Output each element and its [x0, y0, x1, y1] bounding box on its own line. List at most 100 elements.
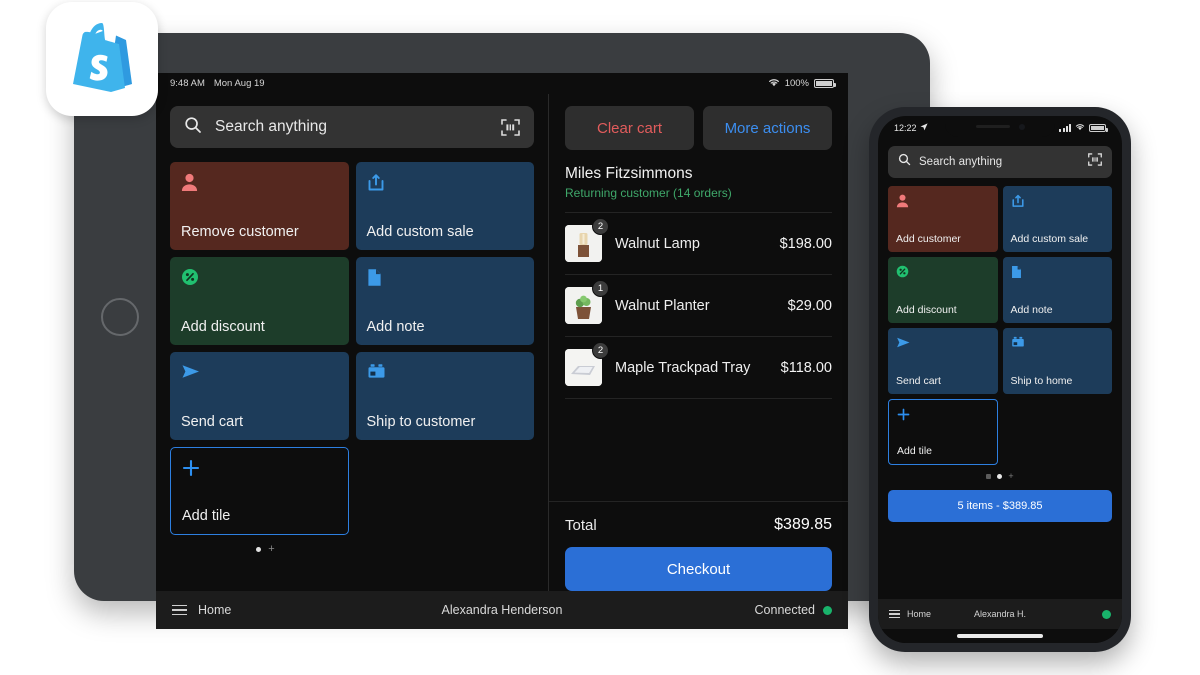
cart-item-row[interactable]: 2 Maple Trackpad Tray $118.00	[565, 336, 832, 399]
tile-label: Add note	[366, 319, 425, 335]
home-nav-button[interactable]: Home	[172, 603, 231, 617]
home-label: Home	[198, 603, 232, 617]
total-label: Total	[565, 516, 597, 534]
search-placeholder: Search anything	[215, 118, 328, 135]
barcode-scan-icon[interactable]	[1088, 153, 1102, 171]
tablet-body: Search anything Remove customer Add cust…	[156, 94, 848, 591]
tablet-status-bar: 9:48 AM Mon Aug 19 100%	[156, 73, 848, 94]
cart-customer[interactable]: Miles Fitzsimmons Returning customer (14…	[549, 150, 848, 200]
status-time: 9:48 AM	[170, 78, 205, 89]
grid-page-indicator[interactable]: +	[888, 472, 1112, 481]
tile-label: Send cart	[181, 414, 244, 430]
promo-scene: 9:48 AM Mon Aug 19 100% Search anything …	[0, 0, 1200, 675]
tile-add-note[interactable]: Add note	[355, 257, 534, 345]
barcode-scan-icon[interactable]	[501, 118, 520, 136]
customer-icon	[181, 173, 338, 193]
tile-remove-customer[interactable]: Remove customer	[170, 162, 349, 250]
clear-cart-button[interactable]: Clear cart	[565, 106, 694, 150]
tile-add-discount[interactable]: Add discount	[170, 257, 349, 345]
add-tile-label: Add tile	[182, 508, 231, 524]
item-price: $29.00	[787, 297, 832, 314]
cart-item-row[interactable]: 2 Walnut Lamp $198.00	[565, 212, 832, 274]
add-tile-button[interactable]: Add tile	[888, 399, 998, 465]
search-icon	[898, 153, 911, 171]
staff-name: Alexandra Henderson	[441, 603, 563, 617]
add-page-icon[interactable]: +	[268, 544, 274, 555]
page-dot-active	[256, 547, 262, 552]
cart-summary-button[interactable]: 5 items - $389.85	[888, 490, 1112, 522]
tile-label: Add custom sale	[1010, 233, 1089, 245]
customer-icon	[896, 194, 990, 209]
earpiece-speaker	[975, 124, 1010, 129]
grid-page-indicator[interactable]: +	[170, 544, 359, 555]
home-indicator[interactable]	[878, 629, 1122, 643]
item-quantity-badge: 2	[592, 218, 609, 235]
add-tile-label: Add tile	[897, 445, 933, 457]
phone-screen: 12:22 Search anything Add customer Add c…	[878, 116, 1122, 643]
discount-icon	[896, 265, 990, 280]
tile-ship-to-home[interactable]: Ship to home	[1002, 328, 1112, 394]
walnut-lamp-thumbnail: 2	[565, 218, 609, 262]
battery-percent: 100%	[784, 78, 809, 89]
battery-full-icon	[814, 79, 836, 88]
item-name: Maple Trackpad Tray	[615, 359, 751, 376]
add-tile-button[interactable]: Add tile	[170, 447, 349, 535]
delivery-truck-icon	[367, 363, 524, 383]
note-icon	[1011, 265, 1105, 280]
discount-icon	[181, 268, 338, 288]
item-name: Walnut Lamp	[615, 235, 700, 252]
custom-sale-icon	[367, 173, 524, 193]
connection-status[interactable]: Connected	[755, 603, 832, 617]
item-quantity-badge: 1	[592, 280, 609, 297]
battery-full-icon	[1089, 124, 1108, 132]
item-price: $198.00	[779, 235, 832, 252]
tile-label: Add note	[1010, 304, 1053, 316]
location-arrow-icon	[920, 123, 928, 133]
tile-add-discount[interactable]: Add discount	[888, 257, 998, 323]
search-input[interactable]: Search anything	[170, 106, 534, 148]
status-indicator-dot	[1102, 609, 1111, 619]
item-name: Walnut Planter	[615, 297, 710, 314]
tile-label: Send cart	[896, 375, 941, 387]
walnut-planter-thumbnail: 1	[565, 280, 609, 324]
cellular-signal-icon	[1059, 124, 1071, 132]
customer-name: Miles Fitzsimmons	[565, 165, 693, 182]
phone-tile-grid: Add customer Add custom sale Add discoun…	[888, 186, 1112, 465]
tile-label: Ship to customer	[366, 414, 476, 430]
cart-item-row[interactable]: 1 Walnut Planter $29.00	[565, 274, 832, 336]
hamburger-menu-icon[interactable]	[172, 604, 187, 616]
plus-icon	[182, 459, 337, 479]
maple-trackpad-tray-thumbnail: 2	[565, 342, 609, 386]
connection-label: Connected	[754, 603, 815, 617]
front-camera-icon	[1018, 123, 1025, 130]
tile-add-note[interactable]: Add note	[1002, 257, 1112, 323]
search-input[interactable]: Search anything	[888, 146, 1112, 178]
page-dot-active	[997, 474, 1003, 479]
tablet-screen: 9:48 AM Mon Aug 19 100% Search anything …	[156, 73, 848, 629]
add-page-icon[interactable]: +	[1008, 472, 1013, 481]
tile-send-cart[interactable]: Send cart	[888, 328, 998, 394]
checkout-button[interactable]: Checkout	[565, 547, 832, 591]
status-indicator-dot	[823, 605, 832, 615]
tile-ship-to-customer[interactable]: Ship to customer	[355, 352, 534, 440]
phone-bottom-bar: Home Alexandra H.	[878, 599, 1122, 629]
cart-panel: Clear cart More actions Miles Fitzsimmon…	[549, 94, 848, 591]
item-price: $118.00	[780, 359, 832, 376]
cart-action-row: Clear cart More actions	[549, 94, 848, 150]
tile-send-cart[interactable]: Send cart	[170, 352, 349, 440]
status-date: Mon Aug 19	[213, 78, 265, 89]
shopify-pos-app-icon	[46, 2, 158, 116]
wifi-icon	[1075, 123, 1085, 133]
tablet-device: 9:48 AM Mon Aug 19 100% Search anything …	[74, 33, 930, 629]
tile-add-custom-sale[interactable]: Add custom sale	[355, 162, 534, 250]
cart-total-row: Total $389.85	[565, 516, 832, 534]
search-icon	[184, 116, 202, 139]
delivery-truck-icon	[1011, 336, 1105, 351]
tile-add-custom-sale[interactable]: Add custom sale	[1002, 186, 1112, 252]
tile-add-customer[interactable]: Add customer	[888, 186, 998, 252]
more-actions-button[interactable]: More actions	[703, 106, 832, 150]
cart-item-list: 2 Walnut Lamp $198.00 1 Walnut Planter $…	[549, 212, 848, 501]
note-icon	[367, 268, 524, 288]
tile-label: Remove customer	[181, 224, 299, 240]
tablet-smart-grid-panel: Search anything Remove customer Add cust…	[156, 94, 548, 591]
